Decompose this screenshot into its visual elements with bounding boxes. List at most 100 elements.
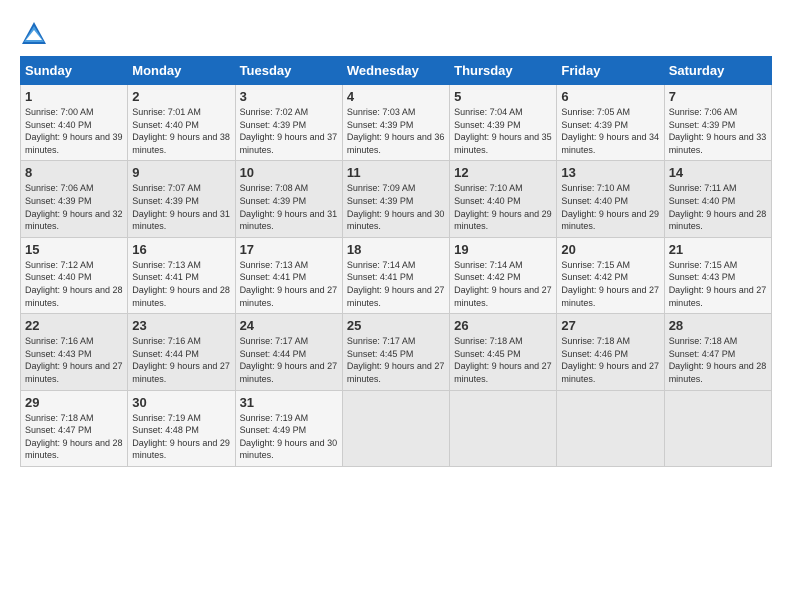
day-number: 3 (240, 89, 338, 104)
day-info: Sunrise: 7:10 AM Sunset: 4:40 PM Dayligh… (454, 182, 552, 232)
calendar-cell: 18 Sunrise: 7:14 AM Sunset: 4:41 PM Dayl… (342, 237, 449, 313)
weekday-header: Sunday (21, 57, 128, 85)
day-number: 27 (561, 318, 659, 333)
logo (20, 20, 52, 48)
logo-icon (20, 20, 48, 48)
day-number: 18 (347, 242, 445, 257)
day-info: Sunrise: 7:05 AM Sunset: 4:39 PM Dayligh… (561, 106, 659, 156)
calendar-cell: 19 Sunrise: 7:14 AM Sunset: 4:42 PM Dayl… (450, 237, 557, 313)
calendar-cell: 10 Sunrise: 7:08 AM Sunset: 4:39 PM Dayl… (235, 161, 342, 237)
day-number: 30 (132, 395, 230, 410)
day-number: 12 (454, 165, 552, 180)
calendar-cell: 6 Sunrise: 7:05 AM Sunset: 4:39 PM Dayli… (557, 85, 664, 161)
day-number: 26 (454, 318, 552, 333)
day-info: Sunrise: 7:15 AM Sunset: 4:43 PM Dayligh… (669, 259, 767, 309)
calendar-cell: 2 Sunrise: 7:01 AM Sunset: 4:40 PM Dayli… (128, 85, 235, 161)
weekday-header: Thursday (450, 57, 557, 85)
calendar-cell (664, 390, 771, 466)
day-number: 31 (240, 395, 338, 410)
calendar-cell: 26 Sunrise: 7:18 AM Sunset: 4:45 PM Dayl… (450, 314, 557, 390)
day-info: Sunrise: 7:02 AM Sunset: 4:39 PM Dayligh… (240, 106, 338, 156)
day-number: 21 (669, 242, 767, 257)
calendar-cell: 31 Sunrise: 7:19 AM Sunset: 4:49 PM Dayl… (235, 390, 342, 466)
calendar-week-row: 22 Sunrise: 7:16 AM Sunset: 4:43 PM Dayl… (21, 314, 772, 390)
day-info: Sunrise: 7:16 AM Sunset: 4:44 PM Dayligh… (132, 335, 230, 385)
day-number: 5 (454, 89, 552, 104)
day-info: Sunrise: 7:13 AM Sunset: 4:41 PM Dayligh… (132, 259, 230, 309)
day-number: 19 (454, 242, 552, 257)
calendar: SundayMondayTuesdayWednesdayThursdayFrid… (20, 56, 772, 467)
calendar-cell: 3 Sunrise: 7:02 AM Sunset: 4:39 PM Dayli… (235, 85, 342, 161)
day-number: 22 (25, 318, 123, 333)
day-info: Sunrise: 7:17 AM Sunset: 4:45 PM Dayligh… (347, 335, 445, 385)
calendar-cell (342, 390, 449, 466)
day-number: 14 (669, 165, 767, 180)
day-info: Sunrise: 7:18 AM Sunset: 4:46 PM Dayligh… (561, 335, 659, 385)
calendar-cell: 5 Sunrise: 7:04 AM Sunset: 4:39 PM Dayli… (450, 85, 557, 161)
calendar-cell: 23 Sunrise: 7:16 AM Sunset: 4:44 PM Dayl… (128, 314, 235, 390)
day-number: 28 (669, 318, 767, 333)
calendar-cell: 17 Sunrise: 7:13 AM Sunset: 4:41 PM Dayl… (235, 237, 342, 313)
day-info: Sunrise: 7:14 AM Sunset: 4:41 PM Dayligh… (347, 259, 445, 309)
weekday-header: Wednesday (342, 57, 449, 85)
calendar-cell: 28 Sunrise: 7:18 AM Sunset: 4:47 PM Dayl… (664, 314, 771, 390)
calendar-cell: 30 Sunrise: 7:19 AM Sunset: 4:48 PM Dayl… (128, 390, 235, 466)
calendar-cell: 12 Sunrise: 7:10 AM Sunset: 4:40 PM Dayl… (450, 161, 557, 237)
calendar-week-row: 29 Sunrise: 7:18 AM Sunset: 4:47 PM Dayl… (21, 390, 772, 466)
day-info: Sunrise: 7:12 AM Sunset: 4:40 PM Dayligh… (25, 259, 123, 309)
day-info: Sunrise: 7:15 AM Sunset: 4:42 PM Dayligh… (561, 259, 659, 309)
header (20, 20, 772, 48)
calendar-cell: 9 Sunrise: 7:07 AM Sunset: 4:39 PM Dayli… (128, 161, 235, 237)
day-info: Sunrise: 7:18 AM Sunset: 4:45 PM Dayligh… (454, 335, 552, 385)
day-info: Sunrise: 7:17 AM Sunset: 4:44 PM Dayligh… (240, 335, 338, 385)
day-number: 2 (132, 89, 230, 104)
day-info: Sunrise: 7:00 AM Sunset: 4:40 PM Dayligh… (25, 106, 123, 156)
day-number: 16 (132, 242, 230, 257)
calendar-cell: 25 Sunrise: 7:17 AM Sunset: 4:45 PM Dayl… (342, 314, 449, 390)
calendar-cell: 22 Sunrise: 7:16 AM Sunset: 4:43 PM Dayl… (21, 314, 128, 390)
day-info: Sunrise: 7:10 AM Sunset: 4:40 PM Dayligh… (561, 182, 659, 232)
calendar-week-row: 8 Sunrise: 7:06 AM Sunset: 4:39 PM Dayli… (21, 161, 772, 237)
calendar-header-row: SundayMondayTuesdayWednesdayThursdayFrid… (21, 57, 772, 85)
calendar-cell: 16 Sunrise: 7:13 AM Sunset: 4:41 PM Dayl… (128, 237, 235, 313)
calendar-cell: 1 Sunrise: 7:00 AM Sunset: 4:40 PM Dayli… (21, 85, 128, 161)
day-number: 10 (240, 165, 338, 180)
day-number: 1 (25, 89, 123, 104)
day-info: Sunrise: 7:09 AM Sunset: 4:39 PM Dayligh… (347, 182, 445, 232)
calendar-cell: 27 Sunrise: 7:18 AM Sunset: 4:46 PM Dayl… (557, 314, 664, 390)
weekday-header: Tuesday (235, 57, 342, 85)
day-number: 6 (561, 89, 659, 104)
calendar-cell: 11 Sunrise: 7:09 AM Sunset: 4:39 PM Dayl… (342, 161, 449, 237)
day-number: 9 (132, 165, 230, 180)
day-info: Sunrise: 7:11 AM Sunset: 4:40 PM Dayligh… (669, 182, 767, 232)
day-number: 25 (347, 318, 445, 333)
day-number: 20 (561, 242, 659, 257)
day-info: Sunrise: 7:01 AM Sunset: 4:40 PM Dayligh… (132, 106, 230, 156)
day-number: 7 (669, 89, 767, 104)
calendar-cell: 8 Sunrise: 7:06 AM Sunset: 4:39 PM Dayli… (21, 161, 128, 237)
calendar-cell: 4 Sunrise: 7:03 AM Sunset: 4:39 PM Dayli… (342, 85, 449, 161)
day-info: Sunrise: 7:08 AM Sunset: 4:39 PM Dayligh… (240, 182, 338, 232)
calendar-cell (557, 390, 664, 466)
day-info: Sunrise: 7:06 AM Sunset: 4:39 PM Dayligh… (669, 106, 767, 156)
day-info: Sunrise: 7:18 AM Sunset: 4:47 PM Dayligh… (25, 412, 123, 462)
day-info: Sunrise: 7:19 AM Sunset: 4:48 PM Dayligh… (132, 412, 230, 462)
day-number: 15 (25, 242, 123, 257)
day-number: 24 (240, 318, 338, 333)
day-number: 8 (25, 165, 123, 180)
day-number: 23 (132, 318, 230, 333)
day-number: 11 (347, 165, 445, 180)
day-info: Sunrise: 7:14 AM Sunset: 4:42 PM Dayligh… (454, 259, 552, 309)
calendar-cell: 20 Sunrise: 7:15 AM Sunset: 4:42 PM Dayl… (557, 237, 664, 313)
calendar-cell: 7 Sunrise: 7:06 AM Sunset: 4:39 PM Dayli… (664, 85, 771, 161)
calendar-cell: 14 Sunrise: 7:11 AM Sunset: 4:40 PM Dayl… (664, 161, 771, 237)
day-info: Sunrise: 7:18 AM Sunset: 4:47 PM Dayligh… (669, 335, 767, 385)
day-info: Sunrise: 7:19 AM Sunset: 4:49 PM Dayligh… (240, 412, 338, 462)
weekday-header: Saturday (664, 57, 771, 85)
day-number: 13 (561, 165, 659, 180)
calendar-cell: 13 Sunrise: 7:10 AM Sunset: 4:40 PM Dayl… (557, 161, 664, 237)
day-number: 4 (347, 89, 445, 104)
calendar-cell: 21 Sunrise: 7:15 AM Sunset: 4:43 PM Dayl… (664, 237, 771, 313)
day-info: Sunrise: 7:06 AM Sunset: 4:39 PM Dayligh… (25, 182, 123, 232)
weekday-header: Friday (557, 57, 664, 85)
